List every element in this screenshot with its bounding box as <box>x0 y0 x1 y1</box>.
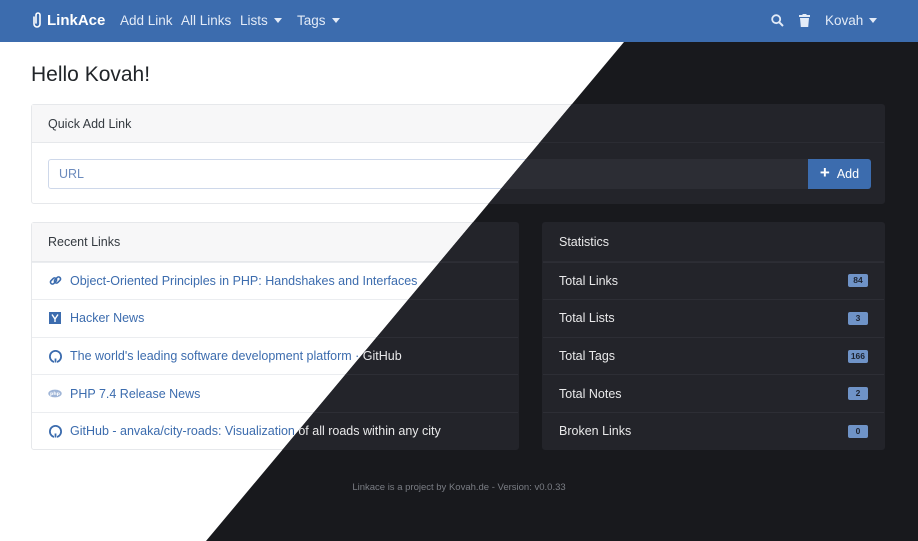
stat-label: Total Notes <box>559 386 622 401</box>
link-title: Hacker News <box>70 311 145 326</box>
stat-label: Total Tags <box>559 349 616 364</box>
nav-all-links[interactable]: All Links <box>181 13 231 28</box>
count-badge: 3 <box>848 311 868 325</box>
user-name: Kovah <box>825 13 864 28</box>
stat-label: Total Lists <box>559 311 615 326</box>
caret-down-icon <box>273 18 282 23</box>
add-button[interactable]: + Add <box>808 159 871 189</box>
statistics-header: Statistics <box>543 223 884 262</box>
svg-text:php: php <box>50 391 61 397</box>
stat-row-total-lists: Total Lists 3 <box>543 299 884 337</box>
nav-tags-label: Tags <box>297 13 326 28</box>
stat-row-total-links: Total Links 84 <box>543 261 884 300</box>
navbar: LinkAce Add Link All Links Lists Tags Ko… <box>0 0 918 42</box>
trash-icon[interactable] <box>799 14 810 27</box>
link-title: Object-Oriented Principles in PHP: Hands… <box>70 273 418 288</box>
php-icon: php <box>48 389 62 398</box>
count-badge: 84 <box>848 274 868 288</box>
stat-row-total-notes: Total Notes 2 <box>543 374 884 412</box>
github-icon <box>48 349 62 363</box>
nav-lists-label: Lists <box>240 13 268 28</box>
nav-lists-dropdown[interactable]: Lists <box>240 13 282 28</box>
count-badge: 0 <box>848 424 868 438</box>
caret-down-icon <box>331 18 340 23</box>
count-badge: 2 <box>848 387 868 401</box>
github-icon <box>48 424 62 438</box>
link-icon <box>49 276 61 286</box>
add-button-label: Add <box>836 167 860 181</box>
nav-tags-dropdown[interactable]: Tags <box>297 13 340 28</box>
stat-row-broken-links: Broken Links 0 <box>543 412 884 450</box>
statistics-card: Statistics Total Links 84 Total Lists 3 To… <box>542 222 885 450</box>
link-title: PHP 7.4 Release News <box>70 386 201 401</box>
link-title: The world's leading software development… <box>70 349 402 364</box>
stat-label: Total Links <box>559 273 619 288</box>
caret-down-icon <box>869 18 878 23</box>
paperclip-icon <box>33 12 41 28</box>
nav-add-link[interactable]: Add Link <box>120 13 173 28</box>
count-badge: 166 <box>847 349 868 363</box>
brand-logo[interactable]: LinkAce <box>31 11 105 29</box>
plus-icon: + <box>819 163 830 182</box>
stat-label: Broken Links <box>559 424 632 439</box>
brand-name: LinkAce <box>47 11 106 29</box>
stat-row-total-tags: Total Tags 166 <box>543 336 884 375</box>
hacker-news-icon <box>49 312 61 325</box>
search-icon[interactable] <box>771 14 784 27</box>
user-menu[interactable]: Kovah <box>825 13 878 28</box>
page-title: Hello Kovah! <box>31 63 151 86</box>
